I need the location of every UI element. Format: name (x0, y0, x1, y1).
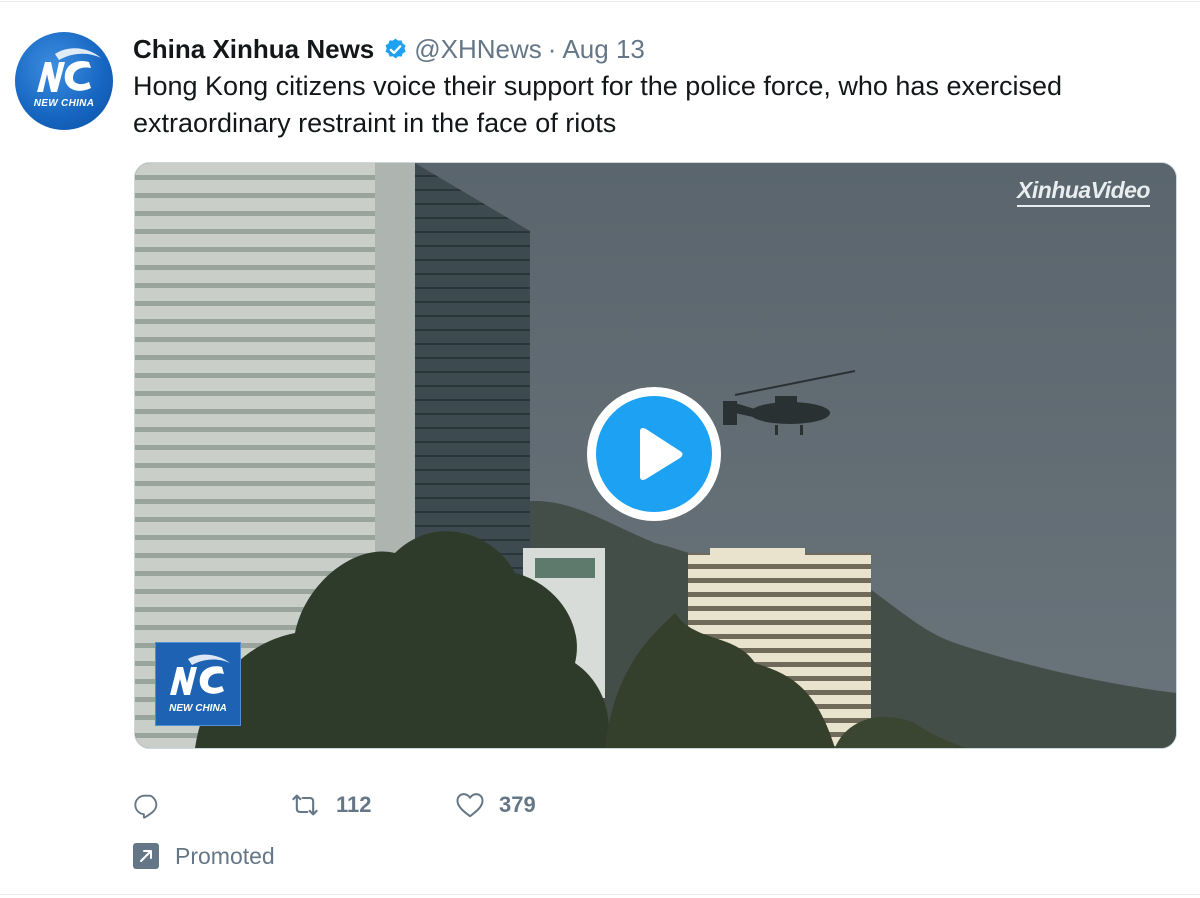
video-channel-logo: NEW CHINA (155, 642, 241, 726)
retweet-count: 112 (336, 792, 372, 817)
reply-button[interactable] (133, 791, 288, 819)
user-handle[interactable]: @XHNews (414, 34, 542, 65)
avatar-label: NEW CHINA (33, 98, 95, 109)
video-player[interactable]: XinhuaVideo NEW CHINA (134, 162, 1177, 749)
like-button[interactable]: 379 (455, 791, 575, 819)
promoted-label-row: Promoted (133, 842, 275, 870)
tweet-card[interactable]: NEW CHINA China Xinhua News @XHNews · Au… (0, 0, 1200, 898)
tweet-date[interactable]: Aug 13 (562, 34, 644, 65)
xinhua-logo-icon (37, 48, 101, 92)
tweet-header: China Xinhua News @XHNews · Aug 13 (133, 33, 645, 65)
bottom-divider (0, 894, 1200, 895)
retweet-icon (292, 794, 318, 816)
video-logo-label: NEW CHINA (169, 703, 227, 714)
tweet-text: Hong Kong citizens voice their support f… (133, 71, 1062, 138)
verified-badge-icon (383, 37, 408, 62)
like-count: 379 (499, 792, 536, 817)
display-name[interactable]: China Xinhua News (133, 34, 374, 65)
reply-icon (134, 794, 158, 819)
promoted-arrow-icon (133, 843, 159, 869)
tweet-actions: 112 379 (133, 788, 575, 822)
top-divider (0, 1, 1200, 2)
promoted-text: Promoted (175, 842, 275, 869)
retweet-button[interactable]: 112 (288, 791, 455, 819)
play-icon (640, 428, 683, 480)
video-watermark: XinhuaVideo (1017, 177, 1150, 207)
play-button-circle (596, 396, 712, 512)
play-button[interactable] (587, 387, 721, 521)
separator-dot: · (547, 33, 557, 64)
heart-icon (456, 793, 484, 818)
avatar[interactable]: NEW CHINA (15, 32, 113, 130)
